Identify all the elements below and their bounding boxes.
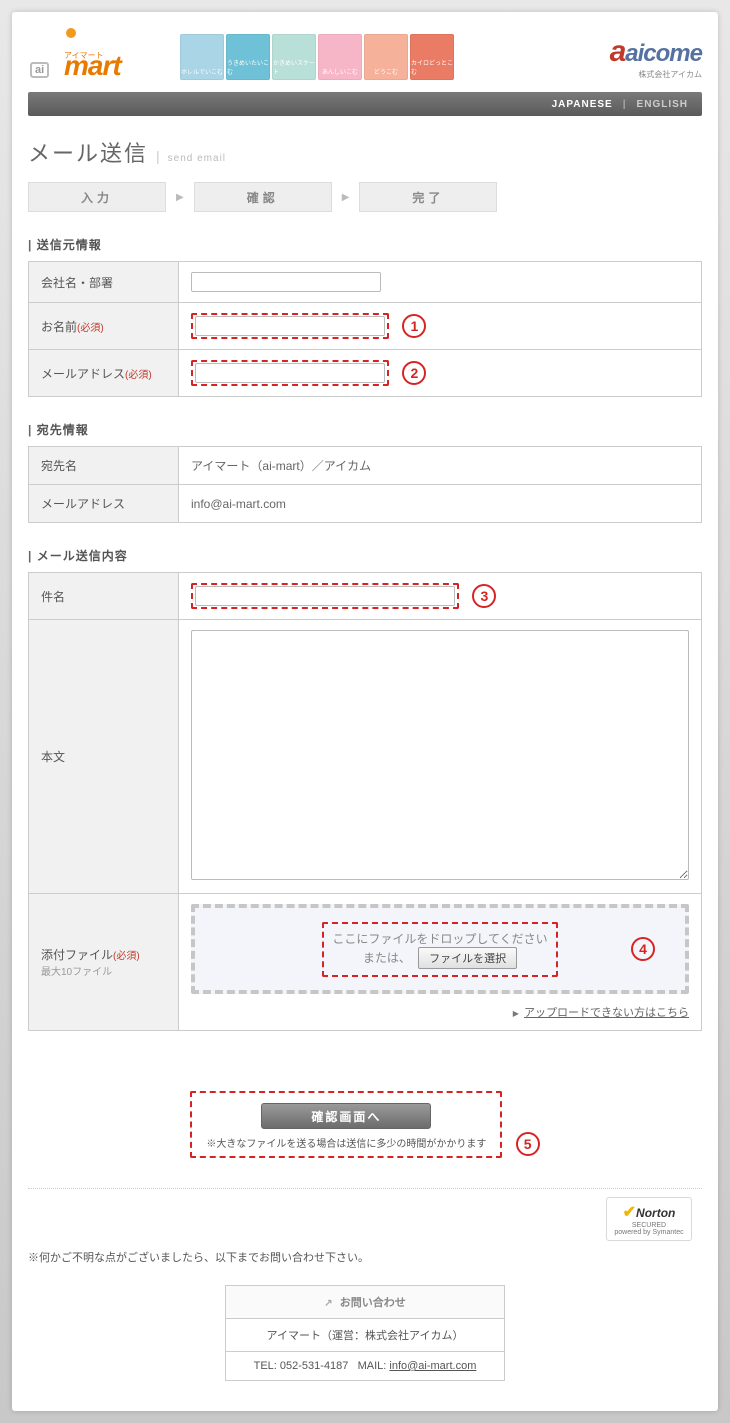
value-recipient-email: info@ai-mart.com	[179, 485, 702, 523]
sender-table: 会社名・部署 お名前(必須) 1 メールアドレス(必須) 2	[28, 261, 702, 397]
label-name: お名前(必須)	[29, 303, 179, 350]
body-textarea[interactable]	[191, 630, 689, 880]
annotation-3: 3	[472, 584, 496, 608]
page-title: メール送信 | send email	[28, 136, 702, 168]
label-recipient-name: 宛先名	[29, 447, 179, 485]
progress-steps: 入力 ▶ 確認 ▶ 完了	[28, 182, 702, 212]
submit-zone: 確認画面へ ※大きなファイルを送る場合は送信に多少の時間がかかります 5	[28, 1091, 702, 1158]
contact-mail-link[interactable]: info@ai-mart.com	[389, 1360, 476, 1372]
label-company: 会社名・部署	[29, 262, 179, 303]
contact-heading: ↗ お問い合わせ	[226, 1286, 504, 1318]
email-input[interactable]	[195, 363, 385, 383]
lang-japanese[interactable]: JAPANESE	[552, 99, 613, 110]
submit-note: ※大きなファイルを送る場合は送信に多少の時間がかかります	[206, 1135, 486, 1150]
section-mail-content: メール送信内容	[28, 547, 702, 564]
category-strip: ホレルでいこむ うきめいたいこむ かきめいスケート あんしいこむ どうこむ カイ…	[180, 34, 454, 80]
category-item[interactable]: カイロどっとこむ	[410, 34, 454, 80]
section-sender-info: 送信元情報	[28, 236, 702, 253]
annotation-1: 1	[402, 314, 426, 338]
chevron-right-icon: ▶	[342, 192, 350, 203]
category-item[interactable]: かきめいスケート	[272, 34, 316, 80]
label-attachment: 添付ファイル(必須) 最大10ファイル	[29, 894, 179, 1031]
label-body: 本文	[29, 620, 179, 894]
label-subject: 件名	[29, 573, 179, 620]
label-recipient-email: メールアドレス	[29, 485, 179, 523]
lang-english[interactable]: ENGLISH	[637, 99, 688, 110]
arrow-icon: ↗	[324, 1298, 332, 1309]
check-icon: ✔	[623, 1204, 636, 1221]
step-confirm: 確認	[194, 182, 332, 212]
company-input[interactable]	[191, 272, 381, 292]
subject-input[interactable]	[195, 586, 455, 606]
norton-seal[interactable]: ✔Norton SECURED powered by Symantec	[606, 1197, 692, 1241]
logo-aicome[interactable]: aaicome 株式会社アイカム	[610, 35, 702, 80]
confirm-button[interactable]: 確認画面へ	[261, 1103, 431, 1129]
label-email: メールアドレス(必須)	[29, 350, 179, 397]
annotation-4: 4	[631, 937, 655, 961]
file-drop-zone[interactable]: ここにファイルをドロップしてください または、 ファイルを選択 4	[191, 904, 689, 994]
step-input: 入力	[28, 182, 166, 212]
drop-instruction: ここにファイルをドロップしてください	[332, 930, 547, 947]
footer-note: ※何かご不明な点がございましたら、以下までお問い合わせ下さい。	[28, 1249, 702, 1265]
step-complete: 完了	[359, 182, 497, 212]
chevron-right-icon: ▶	[176, 192, 184, 203]
triangle-icon: ▶	[513, 1009, 519, 1018]
content-table: 件名 3 本文 添付ファイル(必須) 最大10ファイル ここにファイルをドロップ…	[28, 572, 702, 1031]
contact-details: TEL: 052-531-4187 MAIL: info@ai-mart.com	[226, 1351, 504, 1380]
annotation-2: 2	[402, 361, 426, 385]
contact-box: ↗ お問い合わせ アイマート（運営：株式会社アイカム） TEL: 052-531…	[225, 1285, 505, 1381]
value-recipient-name: アイマート（ai-mart）／アイカム	[179, 447, 702, 485]
section-recipient-info: 宛先情報	[28, 421, 702, 438]
category-item[interactable]: あんしいこむ	[318, 34, 362, 80]
header: ai アイマート mart ホレルでいこむ うきめいたいこむ かきめいスケート …	[28, 30, 702, 84]
annotation-5: 5	[516, 1132, 540, 1156]
name-input[interactable]	[195, 316, 385, 336]
language-bar: JAPANESE | ENGLISH	[28, 92, 702, 116]
recipient-table: 宛先名 アイマート（ai-mart）／アイカム メールアドレス info@ai-…	[28, 446, 702, 523]
category-item[interactable]: どうこむ	[364, 34, 408, 80]
contact-company: アイマート（運営：株式会社アイカム）	[226, 1318, 504, 1351]
category-item[interactable]: うきめいたいこむ	[226, 34, 270, 80]
upload-help-link[interactable]: アップロードできない方はこちら	[524, 1007, 689, 1019]
category-item[interactable]: ホレルでいこむ	[180, 34, 224, 80]
logo-aimart[interactable]: ai アイマート mart	[28, 30, 168, 84]
choose-file-button[interactable]: ファイルを選択	[418, 947, 517, 969]
